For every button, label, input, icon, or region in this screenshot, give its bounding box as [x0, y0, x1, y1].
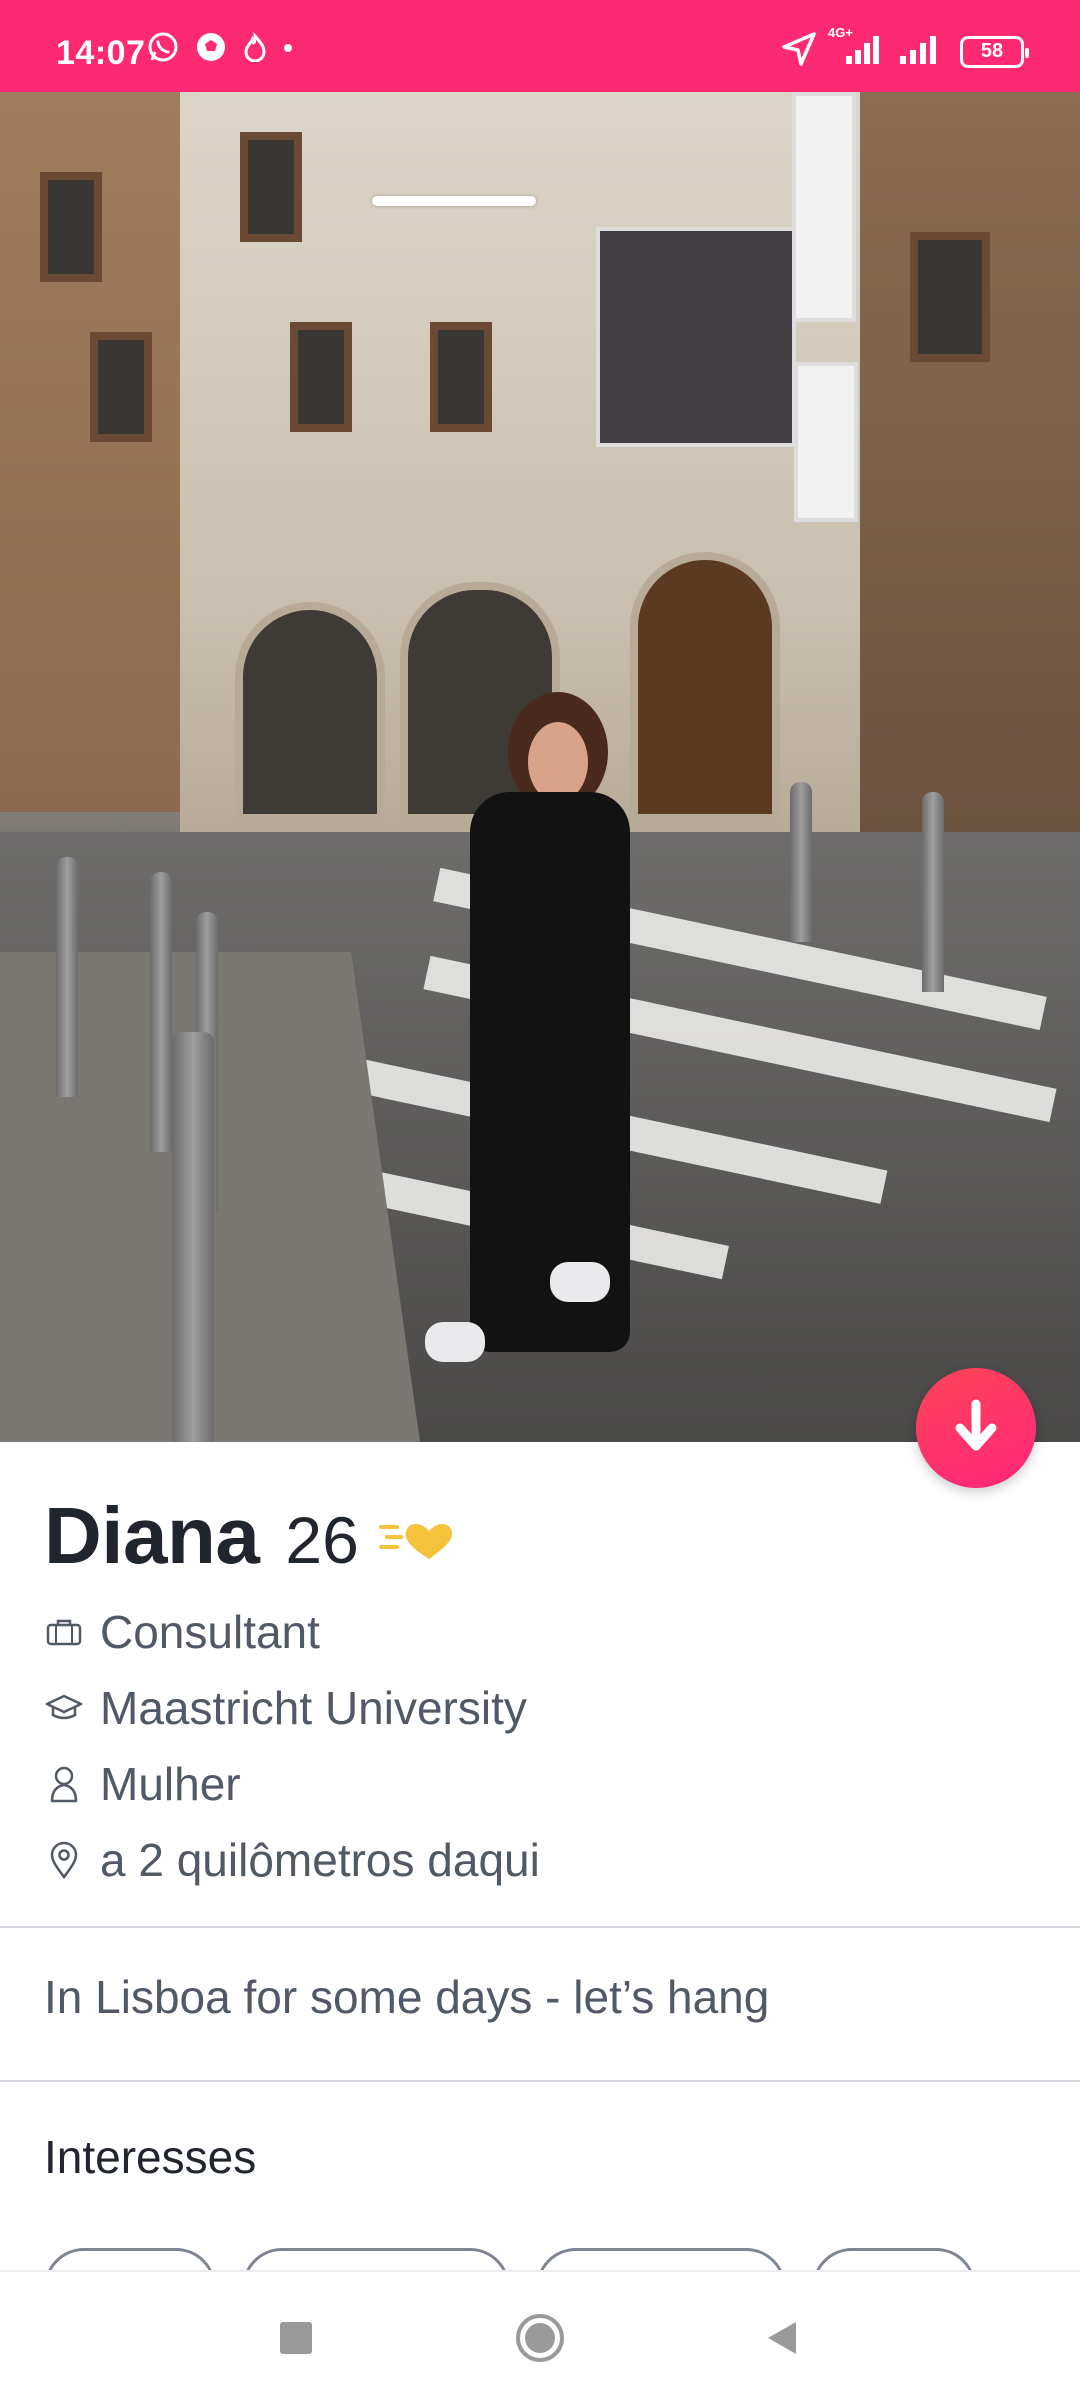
recent-apps-button[interactable]: [266, 2308, 326, 2368]
job-row: Consultant: [44, 1602, 320, 1662]
photo-indicator: [372, 196, 536, 206]
home-button[interactable]: [510, 2308, 570, 2368]
more-dot-icon: [282, 41, 294, 59]
back-button[interactable]: [752, 2308, 812, 2368]
system-status-icons: 4G+ 58: [780, 26, 1029, 73]
whatsapp-icon: [146, 30, 180, 69]
battery-icon: 58: [960, 35, 1029, 68]
profile-age: 26: [285, 1503, 359, 1577]
divider: [0, 2080, 1080, 2082]
job-text: Consultant: [100, 1606, 320, 1658]
system-navigation-bar: [0, 2270, 1080, 2400]
school-row: Maastricht University: [44, 1678, 527, 1738]
profile-photo[interactable]: [0, 92, 1080, 1442]
gender-row: Mulher: [44, 1754, 241, 1814]
arrow-down-icon: [946, 1396, 1006, 1461]
school-text: Maastricht University: [100, 1682, 527, 1734]
relationship-intent-heart-icon[interactable]: [377, 1515, 453, 1570]
interests-title: Interesses: [44, 2131, 257, 2183]
divider: [0, 1926, 1080, 1928]
collapse-profile-button[interactable]: [916, 1368, 1036, 1488]
status-bar: 14:07 4G+ 58: [0, 0, 1080, 92]
signal-icon: [896, 32, 946, 71]
network-label: 4G+: [828, 25, 853, 40]
person-icon: [44, 1764, 84, 1804]
status-time: 14:07: [56, 34, 146, 72]
briefcase-icon: [44, 1612, 84, 1652]
location-pin-icon: [44, 1840, 84, 1880]
tinder-notification-icon: [242, 31, 268, 67]
distance-text: a 2 quilômetros daqui: [100, 1834, 540, 1886]
battery-level: 58: [980, 40, 1004, 62]
location-arrow-icon: [780, 30, 818, 73]
notification-icons: [146, 30, 294, 69]
profile-bio: In Lisboa for some days - let’s hang: [44, 1971, 770, 2023]
signal-4g-icon: 4G+: [828, 26, 882, 71]
distance-row: a 2 quilômetros daqui: [44, 1830, 540, 1890]
soccer-ball-icon: [194, 30, 228, 69]
graduation-cap-icon: [44, 1688, 84, 1728]
profile-header: Diana 26: [44, 1490, 453, 1582]
gender-text: Mulher: [100, 1758, 241, 1810]
profile-name: Diana: [44, 1491, 260, 1580]
